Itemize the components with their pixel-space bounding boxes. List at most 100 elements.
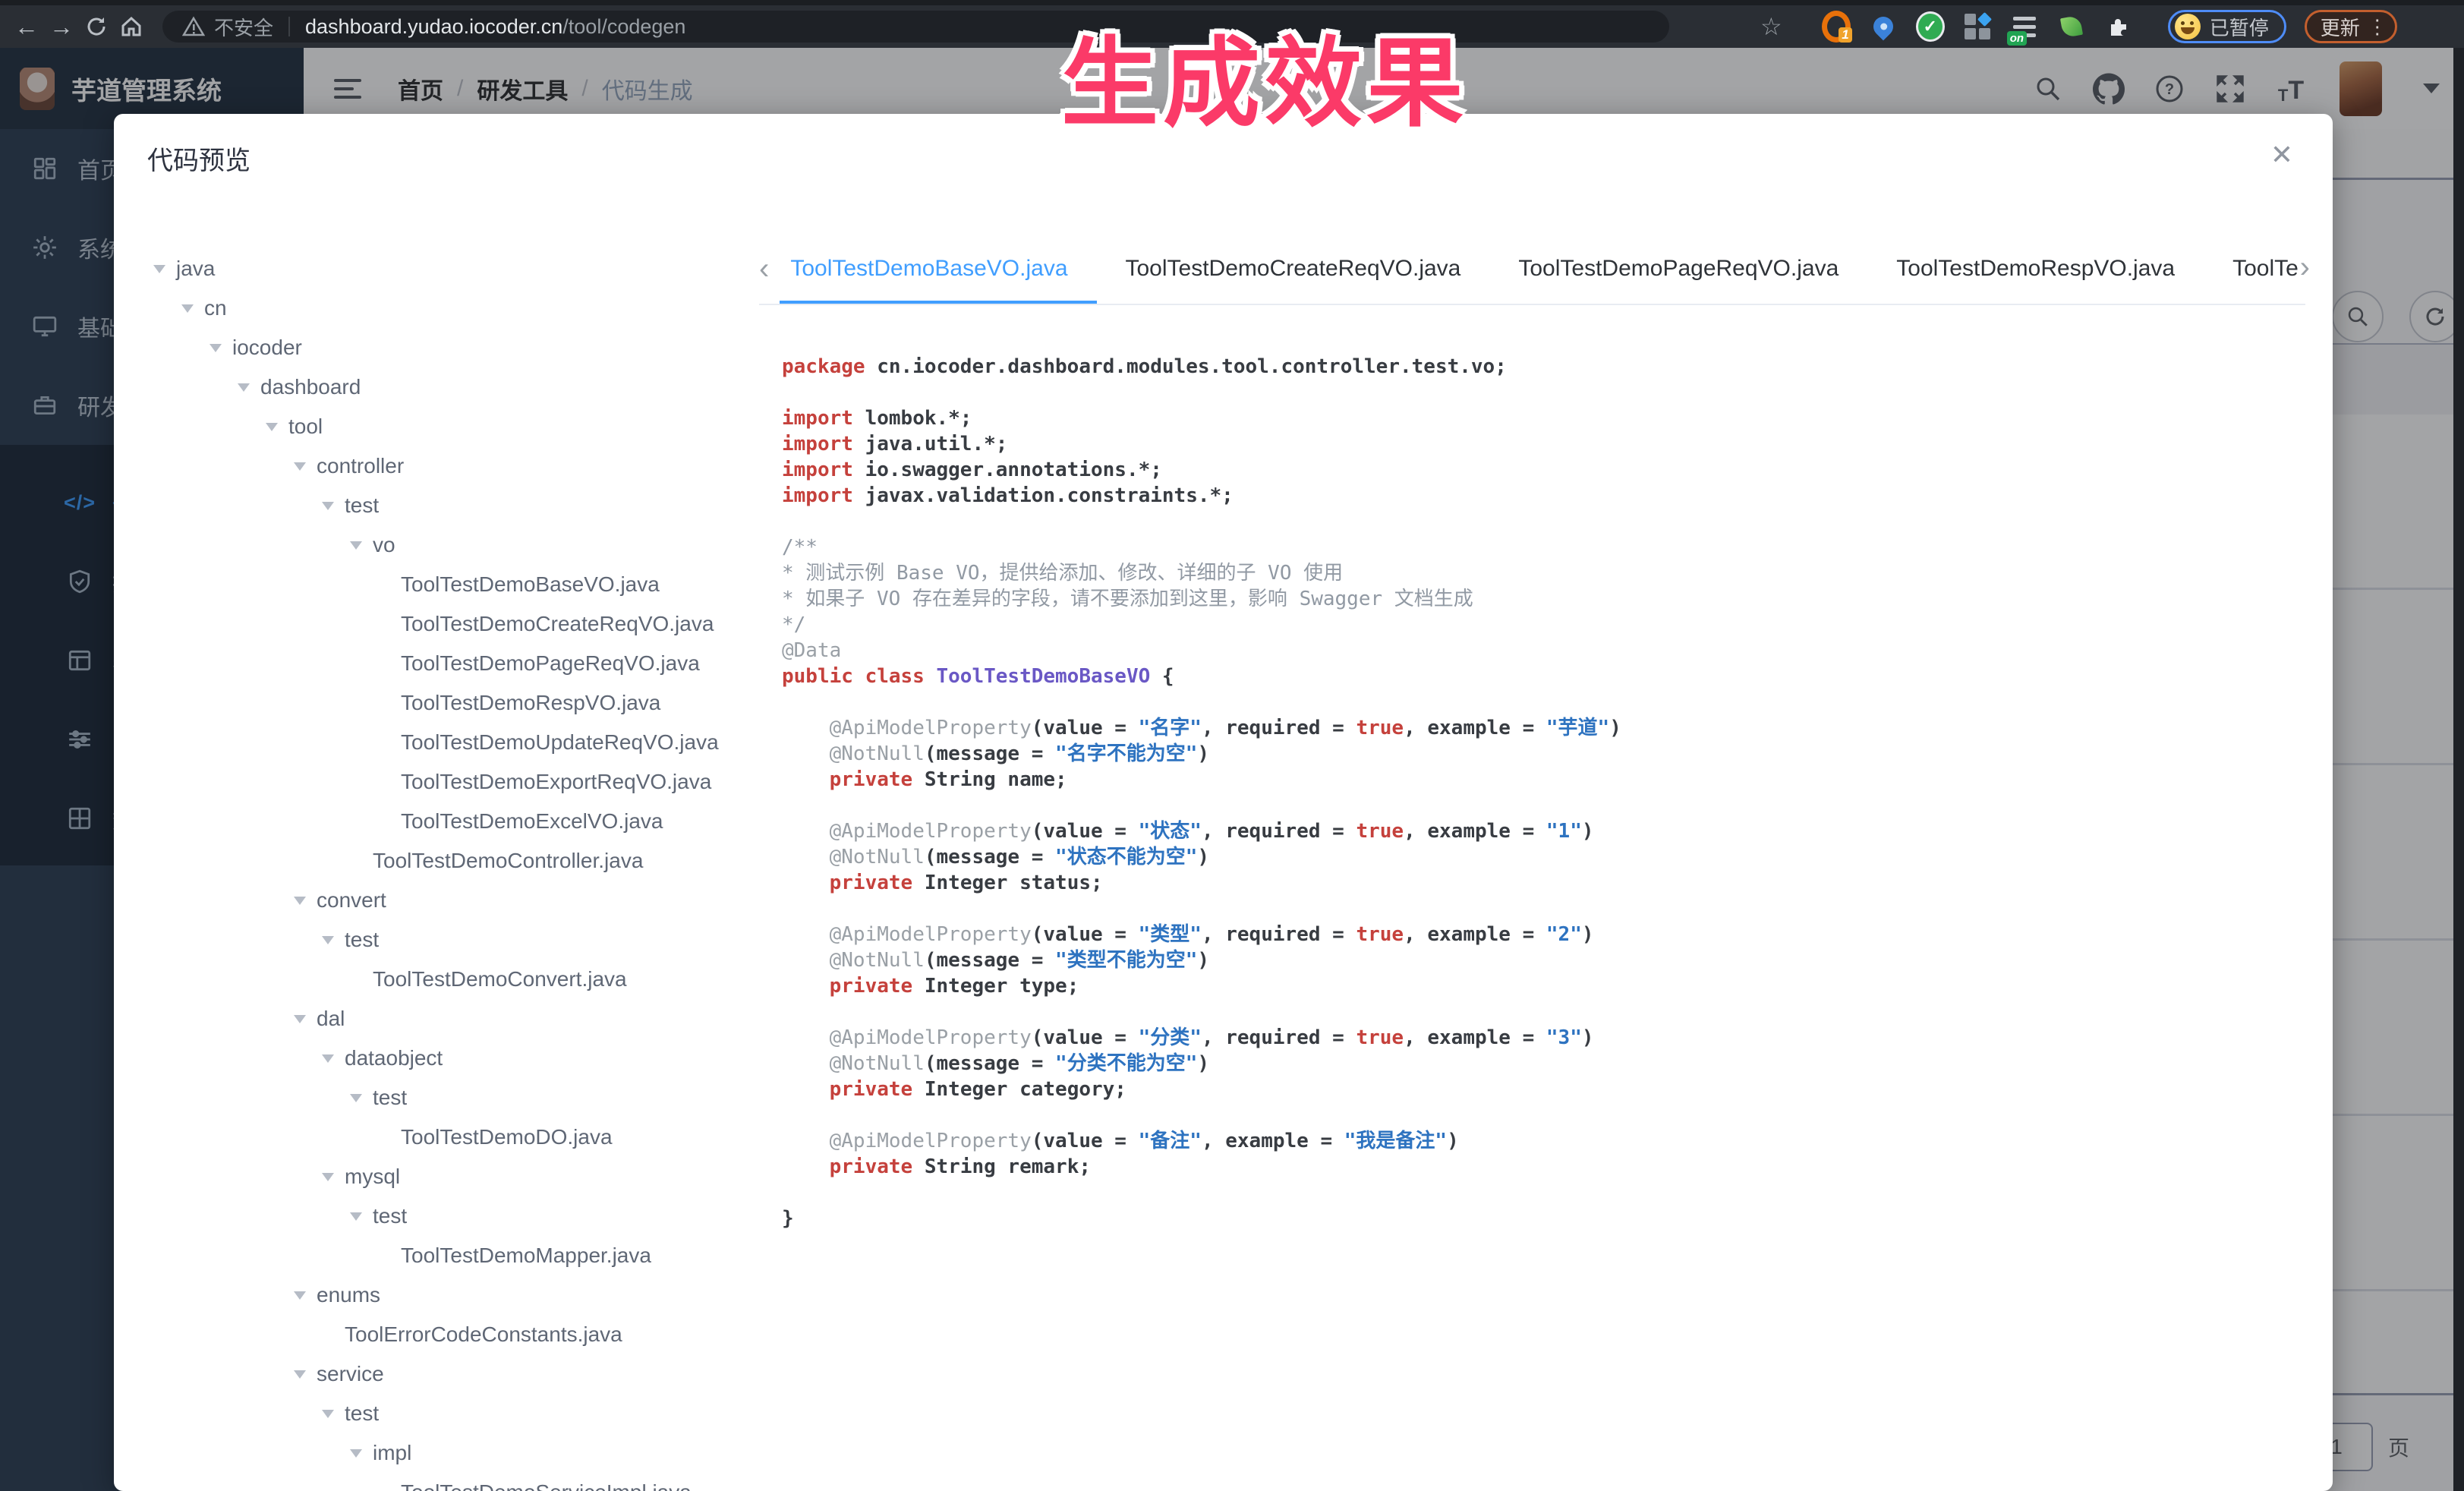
code-viewer: package cn.iocoder.dashboard.modules.too…	[782, 354, 2314, 1491]
tree-file-ToolTestDemoConvert.java[interactable]: ToolTestDemoConvert.java	[143, 960, 759, 999]
tree-node-label: controller	[317, 454, 404, 478]
tree-expand-caret-icon[interactable]	[283, 1015, 317, 1023]
back-icon[interactable]: ←	[9, 13, 44, 41]
extension-orange-icon[interactable]: 1	[1822, 12, 1851, 41]
code-line: import lombok.*;	[782, 405, 2314, 431]
tree-folder-dal[interactable]: dal	[143, 999, 759, 1039]
tree-file-ToolErrorCodeConstants.java[interactable]: ToolErrorCodeConstants.java	[143, 1315, 759, 1354]
tree-folder-dashboard[interactable]: dashboard	[143, 367, 759, 407]
tree-folder-test[interactable]: test	[143, 1078, 759, 1117]
tree-expand-caret-icon[interactable]	[339, 1212, 373, 1221]
code-line: import java.util.*;	[782, 431, 2314, 457]
tree-node-label: test	[345, 1401, 379, 1426]
tree-node-label: test	[345, 928, 379, 952]
tree-expand-caret-icon[interactable]	[227, 383, 260, 392]
home-icon[interactable]	[114, 14, 149, 39]
tree-folder-enums[interactable]: enums	[143, 1275, 759, 1315]
bookmark-star-icon[interactable]: ☆	[1760, 12, 1782, 41]
browser-update-button[interactable]: 更新 ⋮	[2305, 10, 2397, 43]
tree-file-ToolTestDemoExcelVO.java[interactable]: ToolTestDemoExcelVO.java	[143, 802, 759, 841]
scrollbar-strip[interactable]	[2453, 48, 2464, 1491]
file-tab-ToolTe[interactable]: ToolTe	[2204, 234, 2305, 304]
extension-grid-icon[interactable]	[1963, 12, 1992, 41]
tree-folder-impl[interactable]: impl	[143, 1433, 759, 1473]
tree-node-label: ToolTestDemoExportReqVO.java	[401, 770, 711, 794]
tree-file-ToolTestDemoPageReqVO.java[interactable]: ToolTestDemoPageReqVO.java	[143, 644, 759, 683]
tree-expand-caret-icon[interactable]	[283, 1291, 317, 1300]
code-preview-modal: 代码预览 ✕ javacniocoderdashboardtoolcontrol…	[114, 114, 2333, 1491]
file-tab-ToolTestDemoBaseVO.java[interactable]: ToolTestDemoBaseVO.java	[780, 234, 1096, 304]
tree-file-ToolTestDemoRespVO.java[interactable]: ToolTestDemoRespVO.java	[143, 683, 759, 723]
code-line: import io.swagger.annotations.*;	[782, 457, 2314, 483]
tree-file-ToolTestDemoDO.java[interactable]: ToolTestDemoDO.java	[143, 1117, 759, 1157]
file-tab-ToolTestDemoRespVO.java[interactable]: ToolTestDemoRespVO.java	[1867, 234, 2204, 304]
tree-file-ToolTestDemoMapper.java[interactable]: ToolTestDemoMapper.java	[143, 1236, 759, 1275]
tree-file-ToolTestDemoCreateReqVO.java[interactable]: ToolTestDemoCreateReqVO.java	[143, 604, 759, 644]
tree-folder-tool[interactable]: tool	[143, 407, 759, 446]
tree-folder-test[interactable]: test	[143, 1394, 759, 1433]
code-line: private Integer status;	[782, 870, 2314, 896]
extensions-puzzle-icon[interactable]	[2104, 12, 2133, 41]
file-tab-ToolTestDemoCreateReqVO.java[interactable]: ToolTestDemoCreateReqVO.java	[1097, 234, 1490, 304]
tree-node-label: ToolTestDemoDO.java	[401, 1125, 613, 1149]
tree-node-label: test	[373, 1204, 407, 1228]
code-line: * 如果子 VO 存在差异的字段，请不要添加到这里，影响 Swagger 文档生…	[782, 586, 2314, 612]
tree-expand-caret-icon[interactable]	[199, 344, 232, 352]
extensions-row: 1 ✓ on	[1822, 12, 2133, 41]
reload-icon[interactable]	[79, 14, 114, 39]
extension-leaf-icon[interactable]	[2057, 12, 2086, 41]
forward-icon[interactable]: →	[44, 13, 79, 41]
tree-expand-caret-icon[interactable]	[255, 423, 288, 431]
tree-folder-vo[interactable]: vo	[143, 525, 759, 565]
tree-expand-caret-icon[interactable]	[283, 897, 317, 905]
tree-expand-caret-icon[interactable]	[311, 1173, 345, 1181]
tree-file-ToolTestDemoServiceImpl.java[interactable]: ToolTestDemoServiceImpl.java	[143, 1473, 759, 1491]
tree-folder-dataobject[interactable]: dataobject	[143, 1039, 759, 1078]
tree-node-label: ToolTestDemoConvert.java	[373, 967, 627, 991]
code-line: @NotNull(message = "分类不能为空")	[782, 1051, 2314, 1076]
tree-file-ToolTestDemoBaseVO.java[interactable]: ToolTestDemoBaseVO.java	[143, 565, 759, 604]
tree-expand-caret-icon[interactable]	[339, 1449, 373, 1458]
tree-file-ToolTestDemoExportReqVO.java[interactable]: ToolTestDemoExportReqVO.java	[143, 762, 759, 802]
tree-folder-mysql[interactable]: mysql	[143, 1157, 759, 1196]
tree-folder-test[interactable]: test	[143, 1196, 759, 1236]
tree-expand-caret-icon[interactable]	[171, 304, 204, 313]
code-line: /**	[782, 534, 2314, 560]
code-line	[782, 380, 2314, 405]
extension-list-icon[interactable]: on	[2010, 12, 2039, 41]
tree-folder-service[interactable]: service	[143, 1354, 759, 1394]
file-tabs-bar: ‹ ToolTestDemoBaseVO.javaToolTestDemoCre…	[759, 234, 2305, 305]
tree-folder-iocoder[interactable]: iocoder	[143, 328, 759, 367]
tree-file-ToolTestDemoUpdateReqVO.java[interactable]: ToolTestDemoUpdateReqVO.java	[143, 723, 759, 762]
tree-folder-test[interactable]: test	[143, 920, 759, 960]
extension-green-icon[interactable]: ✓	[1916, 12, 1945, 41]
browser-menu-icon[interactable]: ⋮	[2368, 15, 2387, 39]
tree-folder-cn[interactable]: cn	[143, 288, 759, 328]
code-line: }	[782, 1206, 2314, 1231]
tree-expand-caret-icon[interactable]	[283, 462, 317, 471]
browser-profile-button[interactable]: 已暂停	[2168, 10, 2286, 43]
tree-node-label: enums	[317, 1283, 380, 1307]
extension-pin-icon[interactable]	[1869, 12, 1898, 41]
tabs-scroll-left-icon[interactable]: ‹	[759, 254, 769, 284]
tabs-scroll-right-icon[interactable]: ›	[2300, 252, 2310, 282]
tree-expand-caret-icon[interactable]	[143, 265, 176, 273]
code-line: @NotNull(message = "类型不能为空")	[782, 947, 2314, 973]
tree-expand-caret-icon[interactable]	[311, 1410, 345, 1418]
tree-expand-caret-icon[interactable]	[339, 541, 373, 550]
tree-expand-caret-icon[interactable]	[311, 936, 345, 944]
tree-expand-caret-icon[interactable]	[283, 1370, 317, 1379]
close-icon[interactable]: ✕	[2270, 141, 2293, 169]
tree-file-ToolTestDemoController.java[interactable]: ToolTestDemoController.java	[143, 841, 759, 881]
tree-folder-test[interactable]: test	[143, 486, 759, 525]
tree-expand-caret-icon[interactable]	[311, 502, 345, 510]
tree-folder-java[interactable]: java	[143, 249, 759, 288]
tree-expand-caret-icon[interactable]	[311, 1054, 345, 1063]
file-tab-ToolTestDemoPageReqVO.java[interactable]: ToolTestDemoPageReqVO.java	[1489, 234, 1867, 304]
tree-folder-convert[interactable]: convert	[143, 881, 759, 920]
code-line	[782, 509, 2314, 534]
code-line	[782, 1102, 2314, 1128]
tree-folder-controller[interactable]: controller	[143, 446, 759, 486]
tree-expand-caret-icon[interactable]	[339, 1094, 373, 1102]
security-label[interactable]: 不安全	[214, 13, 273, 41]
